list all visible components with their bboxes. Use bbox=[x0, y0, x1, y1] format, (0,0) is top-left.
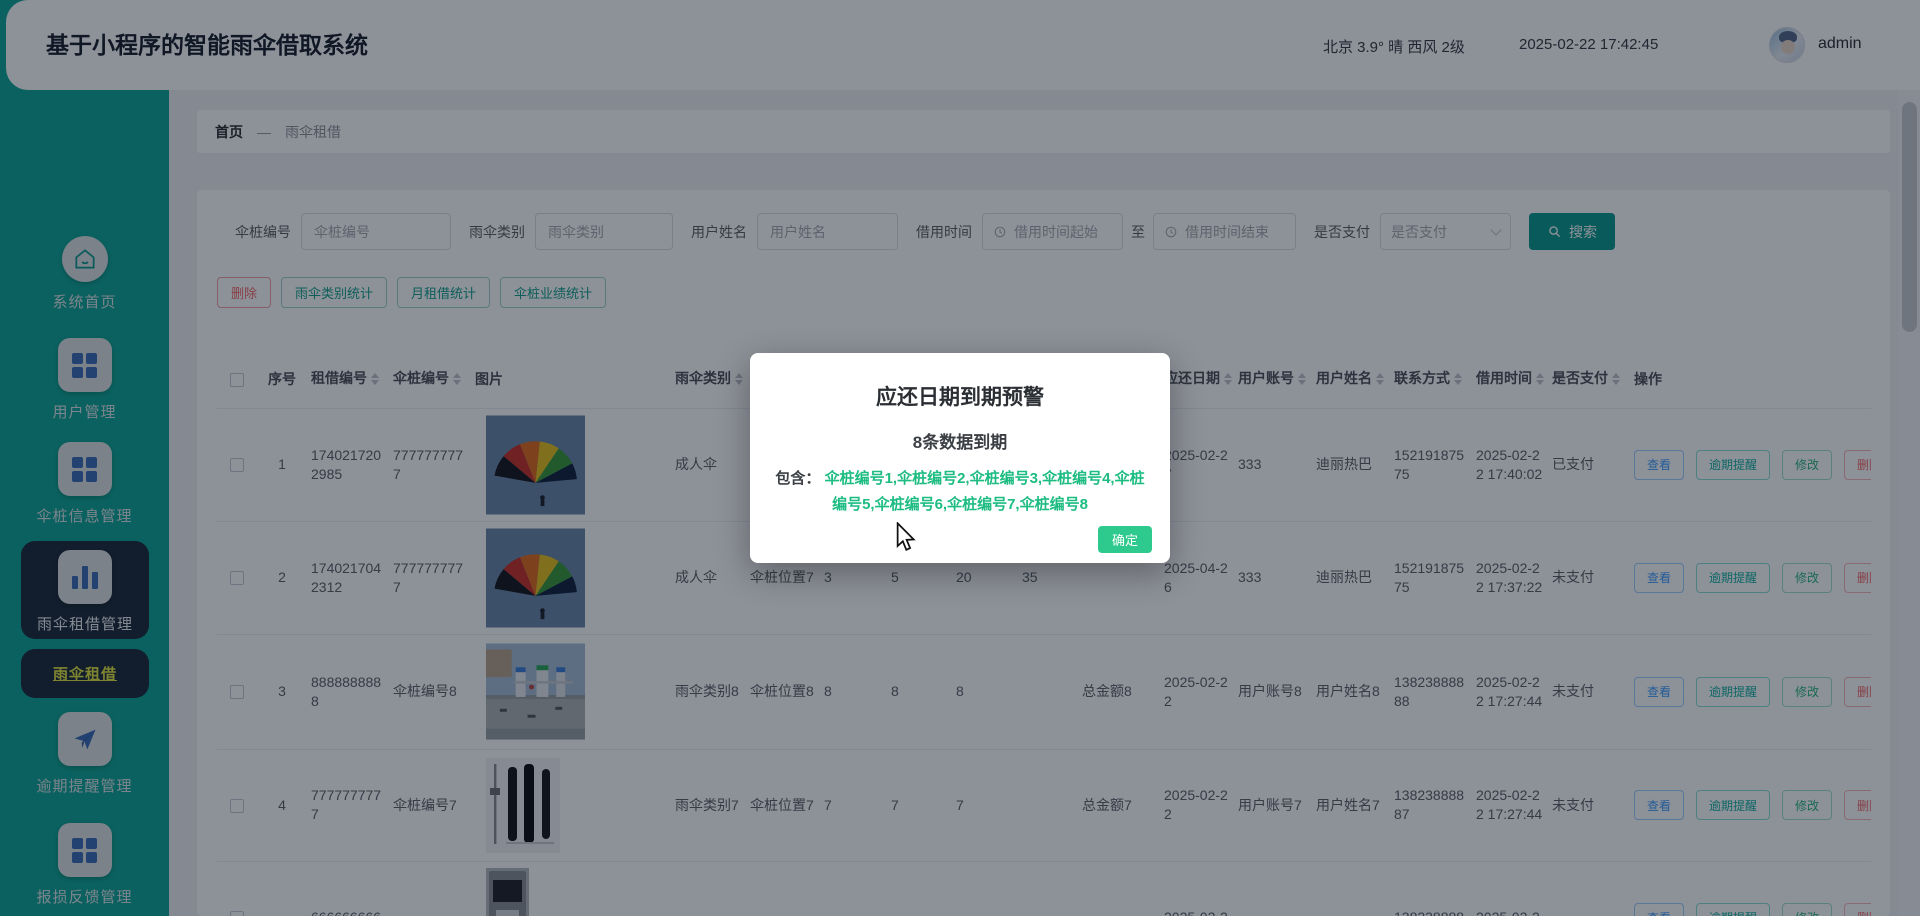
modal-title: 应还日期到期预警 bbox=[876, 386, 1044, 409]
mouse-cursor bbox=[896, 522, 916, 551]
due-warning-modal: 应还日期到期预警 8条数据到期 包含： 伞桩编号1,伞桩编号2,伞桩编号3,伞桩… bbox=[750, 353, 1170, 563]
modal-body-items: 伞桩编号1,伞桩编号2,伞桩编号3,伞桩编号4,伞桩编号5,伞桩编号6,伞桩编号… bbox=[824, 470, 1145, 514]
modal-body: 包含： 伞桩编号1,伞桩编号2,伞桩编号3,伞桩编号4,伞桩编号5,伞桩编号6,… bbox=[750, 466, 1170, 519]
modal-subtitle: 8条数据到期 bbox=[912, 433, 1008, 452]
modal-body-prefix: 包含： bbox=[775, 470, 821, 487]
confirm-button[interactable]: 确定 bbox=[1097, 526, 1152, 553]
page-root: 系统首页用户管理伞桩信息管理雨伞租借管理雨伞租借逾期提醒管理报损反馈管理雨伞归还… bbox=[0, 0, 1920, 916]
